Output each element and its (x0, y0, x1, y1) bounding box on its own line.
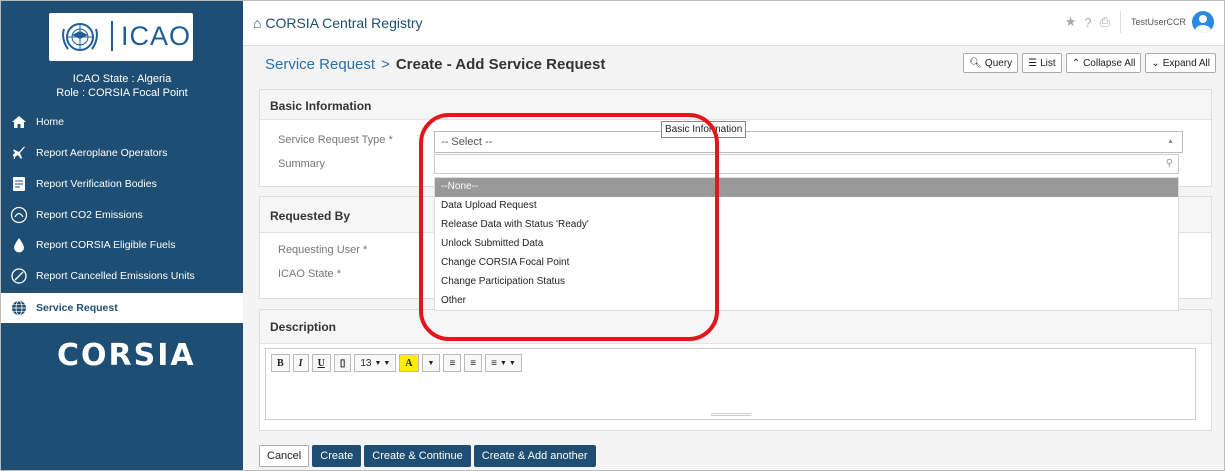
align-dropdown[interactable]: ≡ ▼ ▼ (485, 354, 522, 372)
requesting-user-label: Requesting User * (278, 244, 368, 256)
description-heading[interactable]: Description (260, 310, 1211, 344)
sidebar-item-aeroplane-operators[interactable]: Report Aeroplane Operators (1, 138, 243, 168)
sidebar-item-home[interactable]: Home (1, 107, 243, 137)
editor-resize-grip[interactable] (711, 413, 751, 416)
plane-icon (10, 144, 28, 162)
sidebar: ICAO ICAO State : Algeria Role : CORSIA … (1, 1, 243, 470)
sidebar-item-label: Home (36, 116, 65, 128)
home-small-icon: ⌂ (253, 15, 262, 31)
icao-logo-text: ICAO (111, 21, 191, 51)
sidebar-item-cancelled-units[interactable]: Report Cancelled Emissions Units (1, 261, 243, 291)
corsia-logo: CORSIA (57, 338, 196, 373)
globe-icon (10, 299, 28, 317)
username[interactable]: TestUserCCR (1131, 17, 1186, 27)
sidebar-item-label: Report Verification Bodies (36, 178, 157, 190)
icao-state-label: ICAO State * (278, 268, 341, 280)
caret-up-icon: ▲ (1167, 138, 1174, 145)
caret-down-icon: ▼ ▼ (499, 359, 516, 367)
query-label: Query (984, 57, 1013, 69)
align-icon: ≡ (491, 357, 497, 369)
icao-logo[interactable]: ICAO (49, 13, 193, 61)
expand-all-label: Expand All (1162, 57, 1210, 69)
list-label: List (1040, 57, 1056, 69)
query-button[interactable]: 🔍︎ Query (963, 53, 1019, 73)
help-icon[interactable]: ? (1084, 15, 1091, 30)
sidebar-item-service-request[interactable]: Service Request (1, 293, 243, 323)
fuel-drop-icon (10, 236, 28, 254)
breadcrumb: Service Request > Create - Add Service Req… (265, 56, 605, 73)
sidebar-item-label: Report Aeroplane Operators (36, 147, 168, 159)
sidebar-item-label: Report Cancelled Emissions Units (36, 270, 195, 282)
top-bar: ⌂ CORSIA Central Registry ★ ? ⎙ TestUser… (243, 1, 1224, 46)
sidebar-item-label: Report CORSIA Eligible Fuels (36, 239, 176, 251)
text-color-button[interactable]: A (399, 354, 419, 372)
chevron-up-icon: ⌃ (1071, 57, 1081, 69)
cancel-circle-icon (10, 267, 28, 285)
font-size-value: 13 (360, 357, 372, 369)
bullet-list-icon: ≡ (449, 357, 456, 369)
role-text: Role : CORSIA Focal Point (56, 87, 188, 99)
font-size-dropdown[interactable]: 13 ▼ ▼ (354, 354, 397, 372)
bullet-list-button[interactable]: ≡ (443, 354, 462, 372)
service-request-type-label: Service Request Type * (278, 134, 393, 146)
home-icon (10, 113, 28, 131)
star-icon[interactable]: ★ (1065, 14, 1077, 30)
text-color-caret[interactable]: ▼ (421, 354, 441, 372)
registry-title-text: CORSIA Central Registry (265, 15, 423, 31)
sidebar-item-label: Report CO2 Emissions (36, 209, 143, 221)
form-buttons: Cancel Create Create & Continue Create &… (259, 445, 599, 467)
underline-button[interactable]: U (311, 354, 331, 372)
create-button[interactable]: Create (312, 445, 362, 467)
print-icon[interactable]: ⎙ (1100, 14, 1110, 30)
action-toolbar: 🔍︎ Query ☰ List ⌃ Collapse All ⌄ Expand All (959, 53, 1216, 73)
app-window: ICAO ICAO State : Algeria Role : CORSIA … (0, 0, 1225, 471)
cancel-button[interactable]: Cancel (259, 445, 310, 467)
list-button[interactable]: ☰ List (1022, 53, 1062, 73)
eraser-icon: ▯ (339, 357, 346, 369)
summary-label: Summary (278, 158, 326, 170)
collapse-all-button[interactable]: ⌃ Collapse All (1065, 53, 1142, 73)
highlight-annotation (419, 113, 719, 341)
basic-information-heading[interactable]: Basic Information (260, 90, 1211, 120)
sidebar-item-co2-emissions[interactable]: Report CO2 Emissions (1, 200, 243, 230)
search-icon: 🔍︎ (969, 57, 982, 69)
co2-icon (10, 206, 28, 224)
document-icon (10, 175, 28, 193)
eraser-button[interactable]: ▯ (333, 354, 352, 372)
bold-button[interactable]: B (271, 354, 290, 372)
search-icon: ⚲ (1165, 158, 1173, 169)
numbered-list-button[interactable]: ≡ (464, 354, 483, 372)
editor-toolbar: B I U ▯ 13 ▼ ▼ A ▼ ≡ ≡ ≡ ▼ ▼ (266, 349, 1195, 377)
breadcrumb-parent-link[interactable]: Service Request (265, 56, 375, 73)
italic-button[interactable]: I (292, 354, 309, 372)
description-editor[interactable]: B I U ▯ 13 ▼ ▼ A ▼ ≡ ≡ ≡ ▼ ▼ (265, 348, 1196, 420)
collapse-all-label: Collapse All (1083, 57, 1136, 69)
chevron-down-icon: ⌄ (1151, 57, 1160, 69)
create-add-another-button[interactable]: Create & Add another (473, 445, 596, 467)
sidebar-item-eligible-fuels[interactable]: Report CORSIA Eligible Fuels (1, 230, 243, 260)
un-emblem-icon (62, 23, 98, 51)
list-icon: ☰ (1028, 57, 1038, 69)
divider (1119, 11, 1121, 33)
icao-state-text: ICAO State : Algeria (72, 73, 172, 85)
create-continue-button[interactable]: Create & Continue (364, 445, 471, 467)
sidebar-item-label: Service Request (36, 302, 118, 314)
breadcrumb-separator: > (381, 56, 390, 73)
avatar[interactable] (1192, 11, 1214, 33)
page-title: Create - Add Service Request (395, 56, 606, 73)
sidebar-item-verification-bodies[interactable]: Report Verification Bodies (1, 169, 243, 199)
topbar-actions: ★ ? ⎙ TestUserCCR (1057, 11, 1214, 33)
caret-down-icon: ▼ ▼ (374, 359, 391, 367)
registry-title[interactable]: ⌂ CORSIA Central Registry (253, 15, 423, 31)
numbered-list-icon: ≡ (470, 357, 477, 369)
expand-all-button[interactable]: ⌄ Expand All (1145, 53, 1216, 73)
